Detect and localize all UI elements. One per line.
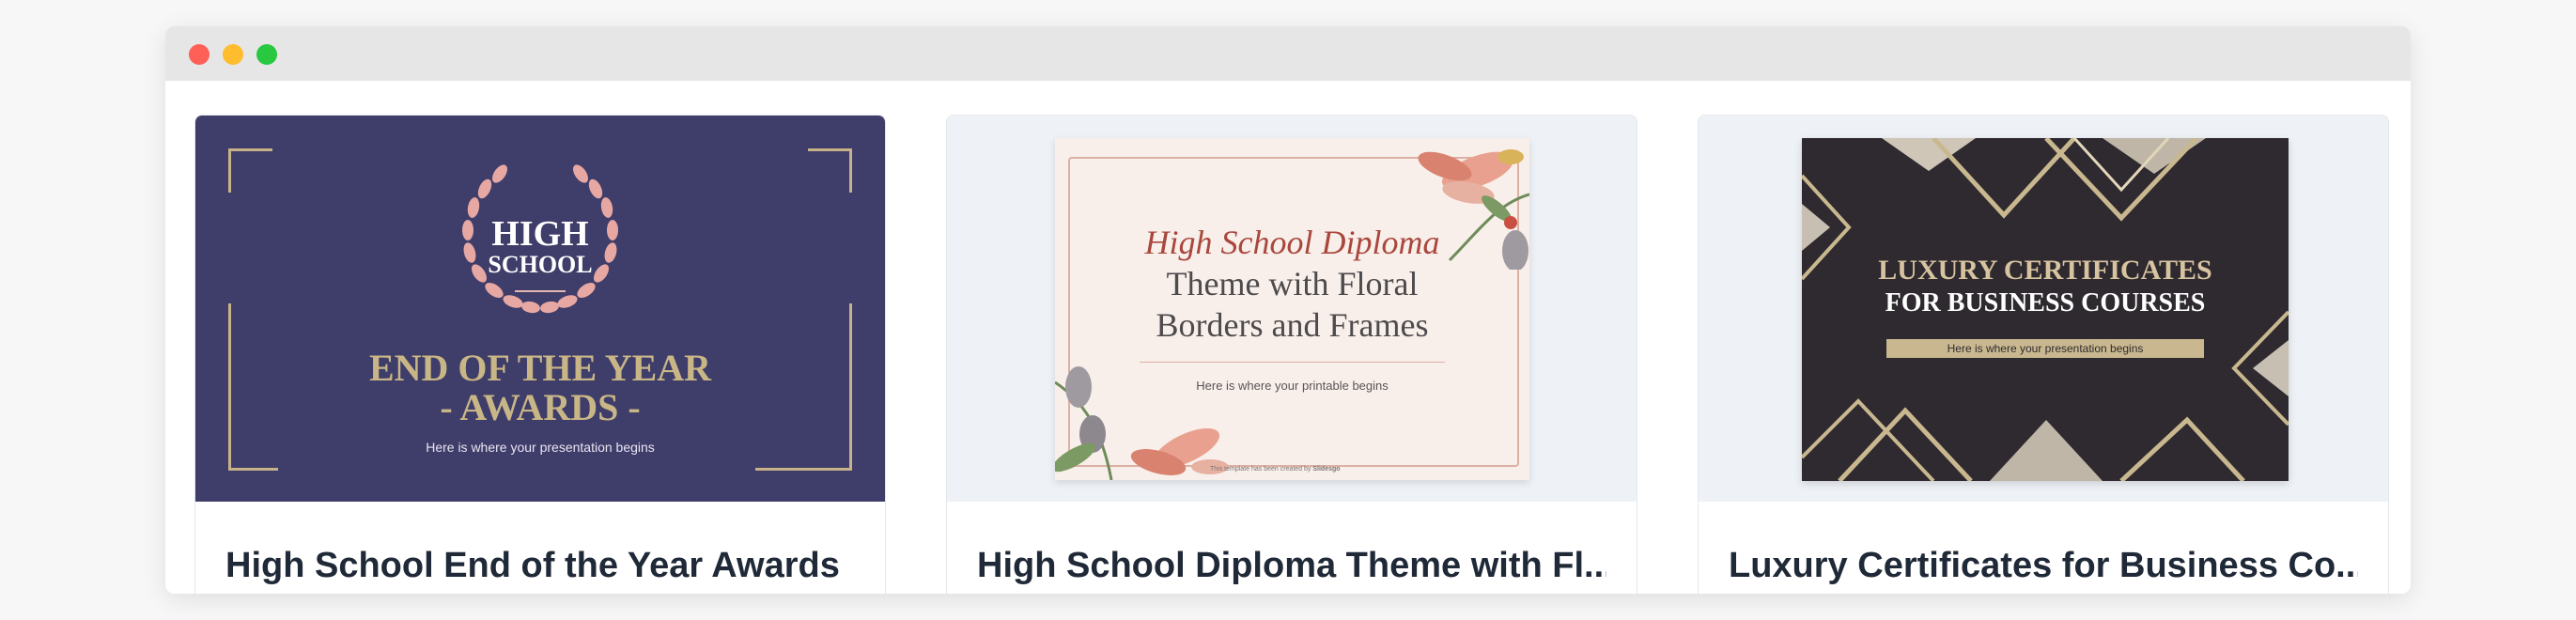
credit-brand: Slidesgo — [1312, 466, 1341, 473]
slide-preview: High School Diploma Theme with Floral Bo… — [1055, 138, 1529, 480]
browser-window: HIGH SCHOOL END OF THE YEAR - AWARDS - H… — [165, 26, 2411, 594]
thumbnail-heading: FOR BUSINESS COURSES — [1885, 288, 2206, 318]
maximize-window-button[interactable] — [256, 44, 277, 65]
template-thumbnail[interactable]: High School Diploma Theme with Floral Bo… — [947, 116, 1637, 502]
template-title[interactable]: High School Diploma Theme with Fl... — [977, 546, 1606, 586]
thumbnail-subtitle: Here is where your presentation begins — [1947, 342, 2144, 355]
frame-corner-decoration — [808, 148, 852, 193]
divider — [1140, 362, 1445, 363]
thumbnail-heading: - AWARDS - — [440, 386, 641, 428]
thumbnail-heading: LUXURY CERTIFICATES — [1878, 255, 2212, 286]
floral-corner-icon — [1055, 366, 1229, 480]
template-title[interactable]: Luxury Certificates for Business Co... — [1729, 546, 2358, 586]
credit-text: This template has been created by — [1210, 466, 1311, 473]
badge-text-school: SCHOOL — [488, 251, 593, 278]
template-card-high-school-awards[interactable]: HIGH SCHOOL END OF THE YEAR - AWARDS - H… — [194, 115, 886, 594]
slide-preview: LUXURY CERTIFICATES FOR BUSINESS COURSES… — [1802, 138, 2289, 481]
minimize-window-button[interactable] — [223, 44, 243, 65]
thumbnail-heading: Theme with Floral — [1166, 265, 1419, 302]
thumbnail-heading: END OF THE YEAR — [368, 347, 712, 389]
template-thumbnail[interactable]: HIGH SCHOOL END OF THE YEAR - AWARDS - H… — [195, 116, 885, 502]
divider — [515, 290, 566, 292]
template-title[interactable]: High School End of the Year Awards — [225, 546, 855, 586]
template-card-luxury-certificates[interactable]: LUXURY CERTIFICATES FOR BUSINESS COURSES… — [1698, 115, 2389, 594]
thumbnail-heading: Borders and Frames — [1156, 306, 1429, 344]
template-credit: This template has been created by Slides… — [1210, 466, 1492, 473]
thumbnail-subtitle: Here is where your printable begins — [1196, 379, 1389, 393]
frame-corner-decoration — [228, 148, 272, 193]
thumbnail-heading: High School Diploma — [1144, 224, 1440, 261]
template-thumbnail[interactable]: LUXURY CERTIFICATES FOR BUSINESS COURSES… — [1699, 116, 2388, 502]
close-window-button[interactable] — [189, 44, 209, 65]
badge-text-high: HIGH — [491, 214, 589, 254]
template-card-high-school-diploma[interactable]: High School Diploma Theme with Floral Bo… — [946, 115, 1637, 594]
thumbnail-subtitle: Here is where your presentation begins — [426, 440, 655, 455]
window-titlebar — [165, 26, 2411, 81]
